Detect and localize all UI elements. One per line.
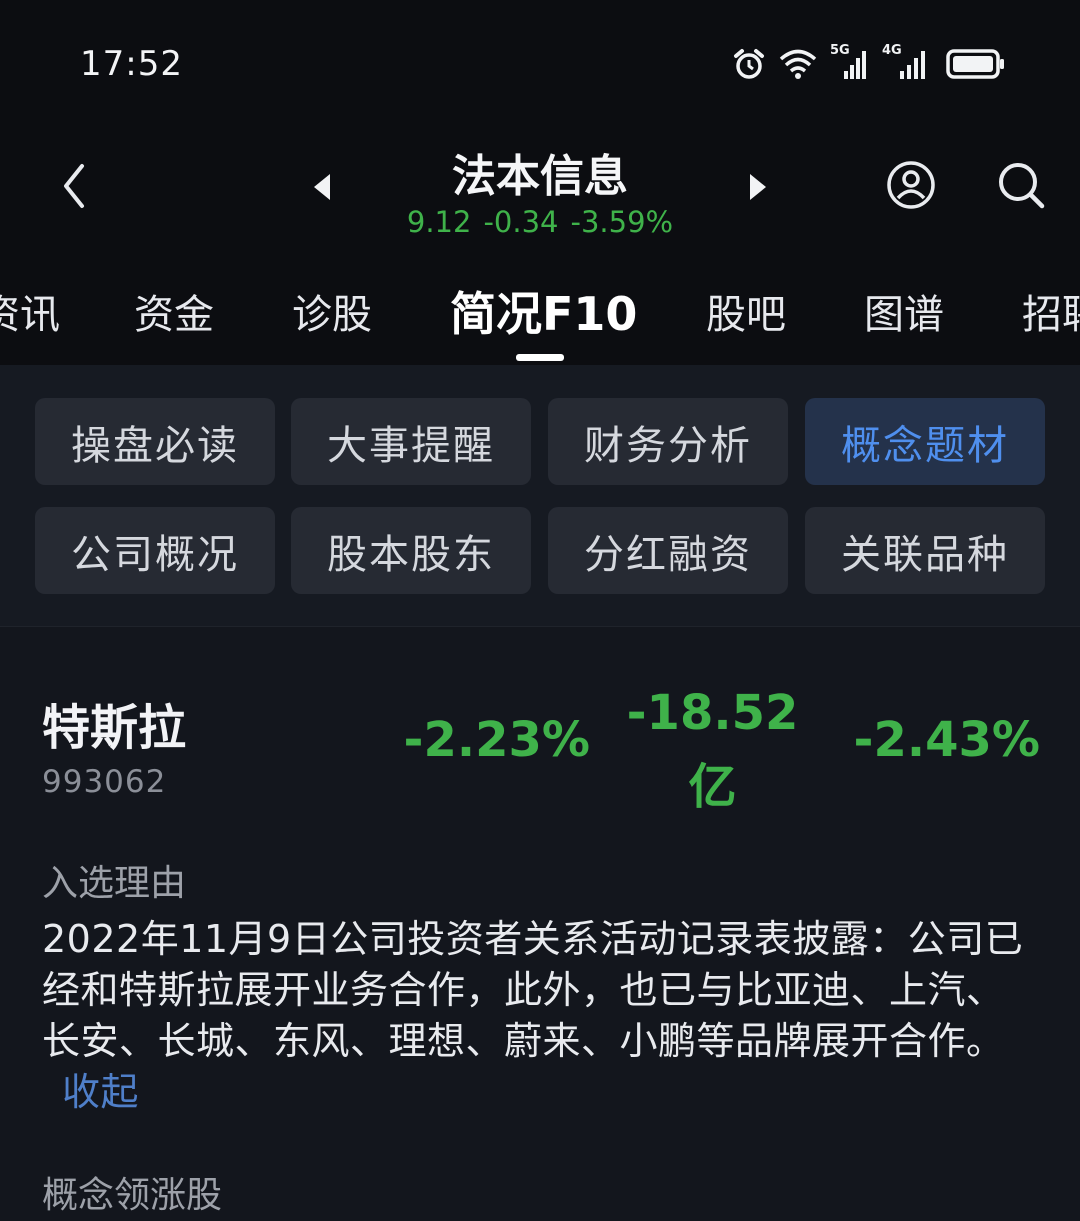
stock-name: 法本信息 (452, 151, 628, 202)
tab-diagnosis[interactable]: 诊股 (292, 282, 372, 340)
search-icon[interactable] (994, 158, 1048, 212)
stock-change: -0.34 (483, 205, 559, 239)
reason-body: 2022年11月9日公司投资者关系活动记录表披露：公司已经和特斯拉展开业务合作，… (42, 917, 1024, 1063)
section-button-shareholders[interactable]: 股本股东 (291, 507, 531, 594)
signal-5g-icon: 5G (830, 43, 870, 81)
tab-bar: 资讯 资金 诊股 简况F10 股吧 图谱 招聘 (0, 282, 1080, 352)
stock-price: 9.12 (406, 205, 472, 239)
user-profile-icon[interactable] (884, 158, 938, 212)
signal-4g-icon: 4G (882, 43, 934, 81)
alarm-icon (734, 49, 764, 79)
section-button-dividends-financing[interactable]: 分红融资 (548, 507, 788, 594)
concept-code: 993062 (42, 764, 167, 800)
concept-change-pct-2: -2.43% (853, 712, 1040, 768)
section-button-related-products[interactable]: 关联品种 (805, 507, 1045, 594)
tab-recruit[interactable]: 招聘 (1022, 282, 1080, 340)
section-button-major-events[interactable]: 大事提醒 (291, 398, 531, 485)
tab-news[interactable]: 资讯 (0, 282, 60, 340)
section-button-trading-must-read[interactable]: 操盘必读 (35, 398, 275, 485)
wifi-icon (779, 49, 817, 79)
top-header: 17:52 5G 4G 法本信息 9.12 -0.34 -3.59% 讯 资金 … (0, 0, 1080, 365)
concept-leaders-label: 概念领涨股 (42, 1175, 223, 1216)
section-button-concepts[interactable]: 概念题材 (805, 398, 1045, 485)
stock-change-pct: -3.59% (570, 205, 674, 239)
selection-reason-label: 入选理由 (42, 863, 187, 904)
selection-reason-text: 2022年11月9日公司投资者关系活动记录表披露：公司已经和特斯拉展开业务合作，… (42, 914, 1032, 1118)
next-stock-arrow-icon[interactable] (748, 172, 768, 202)
back-chevron-icon[interactable] (56, 160, 92, 212)
concept-card[interactable]: 特斯拉 993062 -2.23% -18.52 亿 -2.43% 入选理由 2… (0, 628, 1080, 1221)
collapse-link[interactable]: 收起 (62, 1070, 139, 1114)
concept-name[interactable]: 特斯拉 (42, 688, 186, 758)
section-button-financial-analysis[interactable]: 财务分析 (548, 398, 788, 485)
stock-quote: 9.12 -0.34 -3.59% (340, 205, 740, 239)
tab-f10-overview[interactable]: 简况F10 (450, 278, 637, 344)
net-flow-value: -18.52 (626, 685, 799, 741)
battery-icon (946, 49, 1004, 79)
concept-net-flow: -18.52 亿 (620, 676, 805, 824)
net-flow-unit: 亿 (688, 759, 737, 815)
tab-forum[interactable]: 股吧 (706, 282, 786, 340)
section-button-company-profile[interactable]: 公司概况 (35, 507, 275, 594)
section-grid: 操盘必读 大事提醒 财务分析 概念题材 公司概况 股本股东 分红融资 关联品种 (0, 365, 1080, 627)
status-time: 17:52 (80, 44, 183, 84)
prev-stock-arrow-icon[interactable] (312, 172, 332, 202)
concept-change-pct: -2.23% (403, 712, 590, 768)
active-tab-indicator (516, 354, 564, 361)
tab-funds[interactable]: 资金 (134, 282, 214, 340)
status-icons: 5G 4G (732, 43, 1006, 84)
tab-graph[interactable]: 图谱 (864, 282, 944, 340)
